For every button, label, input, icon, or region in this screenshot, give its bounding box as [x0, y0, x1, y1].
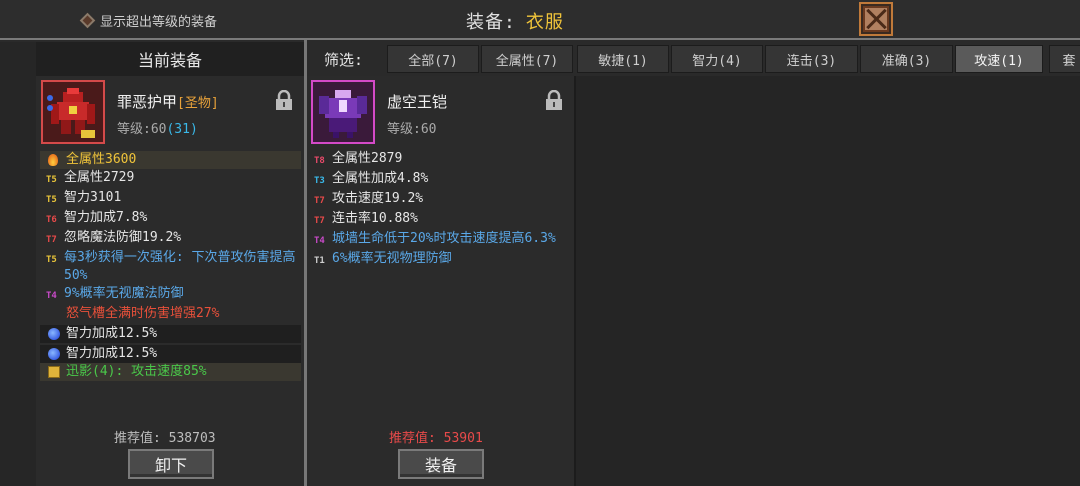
- unequip-button[interactable]: 卸下: [128, 449, 214, 479]
- stat-row: T8 全属性2879: [308, 150, 570, 170]
- current-equipment-header: 当前装备: [36, 42, 304, 76]
- stat-text: 全属性2879: [332, 151, 403, 166]
- close-icon: [863, 6, 889, 32]
- stat-text: 智力加成12.5%: [66, 326, 158, 341]
- current-item-level: 等级:60(31): [117, 118, 198, 137]
- filter-bar: 筛选: 全部(7) 全属性(7) 敏捷(1) 智力(4) 连击(3) 准确(3) 攻速(1)…: [307, 42, 1080, 76]
- stat-text: 全属性3600: [66, 152, 137, 167]
- stat-text: 6%概率无视物理防御: [332, 251, 452, 266]
- stat-row: T5 每3秒获得一次强化: 下次普攻伤害提高50%: [40, 249, 301, 285]
- stat-row: T5 全属性2729: [40, 169, 301, 189]
- tier-badge: T5: [46, 195, 57, 205]
- candidate-rec-number: 53901: [443, 431, 483, 446]
- stat-row: T7 连击率10.88%: [308, 210, 570, 230]
- show-over-level-toggle[interactable]: 显示超出等级的装备: [79, 10, 218, 30]
- current-item-level-text: 等级:60: [117, 122, 167, 137]
- equip-button[interactable]: 装备: [398, 449, 484, 479]
- current-item-stats: 全属性3600 T5 全属性2729 T5 智力3101 T6 智力加成7.8% T7 忽略魔法…: [40, 151, 301, 381]
- filter-tab[interactable]: 连击(3): [765, 45, 858, 73]
- lock-icon[interactable]: [545, 90, 563, 110]
- filter-tab[interactable]: 攻速(1): [955, 45, 1043, 73]
- stat-text: 全属性加成4.8%: [332, 171, 429, 186]
- diamond-checkbox-icon[interactable]: [79, 12, 96, 28]
- lock-icon[interactable]: [275, 90, 293, 110]
- title-slot: 衣服: [525, 12, 564, 33]
- stat-text: 全属性2729: [64, 170, 135, 185]
- left-edge-background: [0, 42, 36, 486]
- candidate-item-stats: T8 全属性2879 T3 全属性加成4.8% T7 攻击速度19.2% T7 连击率10.8…: [308, 150, 570, 270]
- filter-tab[interactable]: 智力(4): [671, 45, 763, 73]
- tier-badge: T6: [46, 215, 57, 225]
- tier-badge: T5: [46, 175, 57, 185]
- stat-row: 迅影(4): 攻击速度85%: [40, 363, 301, 381]
- filter-tab[interactable]: 全部(7): [387, 45, 479, 73]
- tier-badge: [40, 305, 66, 307]
- tier-badge: T3: [314, 176, 325, 186]
- stat-text: 怒气槽全满时伤害增强27%: [66, 306, 220, 321]
- filter-tab[interactable]: 敏捷(1): [577, 45, 669, 73]
- stat-row: T7 攻击速度19.2%: [308, 190, 570, 210]
- current-rec-number: 538703: [168, 431, 216, 446]
- stat-row: T4 9%概率无视魔法防御: [40, 285, 301, 305]
- candidate-rec-value: 推荐值: 53901: [389, 427, 483, 446]
- tier-badge: T1: [314, 256, 325, 266]
- stat-row: 全属性3600: [40, 151, 301, 169]
- blue-gem-icon: [48, 348, 60, 360]
- void-king-armor-icon: [311, 80, 375, 144]
- current-item-level-plus: (31): [166, 122, 198, 137]
- title-label: 装备:: [466, 12, 516, 33]
- stat-row: 智力加成12.5%: [40, 325, 301, 343]
- candidate-item-name: 虚空王铠: [387, 93, 448, 111]
- stat-text: 攻击速度19.2%: [332, 191, 424, 206]
- current-rec-label: 推荐值:: [114, 431, 161, 446]
- stat-text: 智力3101: [64, 190, 122, 205]
- show-over-level-label: 显示超出等级的装备: [100, 14, 218, 30]
- stat-text: 智力加成12.5%: [66, 346, 158, 361]
- flame-icon: [48, 154, 58, 166]
- close-button[interactable]: [859, 2, 893, 36]
- stat-row: T3 全属性加成4.8%: [308, 170, 570, 190]
- current-item-name: 罪恶护甲[圣物]: [117, 91, 219, 112]
- stat-text: 每3秒获得一次强化: 下次普攻伤害提高50%: [64, 250, 296, 283]
- blue-gem-icon: [48, 328, 60, 340]
- stat-row: T1 6%概率无视物理防御: [308, 250, 570, 270]
- current-item-name-text: 罪恶护甲: [117, 93, 178, 111]
- tier-badge: T4: [46, 291, 57, 301]
- stat-text: 智力加成7.8%: [64, 210, 148, 225]
- stat-text: 迅影(4): 攻击速度85%: [66, 364, 207, 379]
- page-title: 装备: 衣服: [466, 8, 564, 34]
- stat-row: T7 忽略魔法防御19.2%: [40, 229, 301, 249]
- top-bar: 显示超出等级的装备 装备: 衣服: [0, 0, 1080, 40]
- stat-row: 智力加成12.5%: [40, 345, 301, 363]
- stat-row: 怒气槽全满时伤害增强27%: [40, 305, 301, 323]
- filter-tab[interactable]: 准确(3): [860, 45, 953, 73]
- stat-row: T4 城墙生命低于20%时攻击速度提高6.3%: [308, 230, 570, 250]
- stat-row: T5 智力3101: [40, 189, 301, 209]
- current-item-tag: [圣物]: [177, 96, 219, 111]
- current-rec-value: 推荐值: 538703: [114, 427, 216, 446]
- stat-row: T6 智力加成7.8%: [40, 209, 301, 229]
- filter-label: 筛选:: [324, 51, 364, 69]
- stat-text: 忽略魔法防御19.2%: [64, 230, 182, 245]
- filter-tab[interactable]: 全属性(7): [481, 45, 573, 73]
- tier-badge: T4: [314, 236, 325, 246]
- candidate-rec-label: 推荐值:: [389, 431, 436, 446]
- book-icon: [48, 366, 60, 378]
- tier-badge: T7: [314, 196, 325, 206]
- tier-badge: T8: [314, 156, 325, 166]
- stat-text: 连击率10.88%: [332, 211, 418, 226]
- item-list-area: [576, 76, 1080, 486]
- filter-tab[interactable]: 套: [1049, 45, 1080, 73]
- tier-badge: T7: [314, 216, 325, 226]
- red-demon-armor-icon: [41, 80, 105, 144]
- tier-badge: T7: [46, 235, 57, 245]
- candidate-item-level: 等级:60: [387, 122, 437, 137]
- stat-text: 城墙生命低于20%时攻击速度提高6.3%: [332, 231, 556, 246]
- stat-text: 9%概率无视魔法防御: [64, 286, 184, 301]
- tier-badge: T5: [46, 255, 57, 265]
